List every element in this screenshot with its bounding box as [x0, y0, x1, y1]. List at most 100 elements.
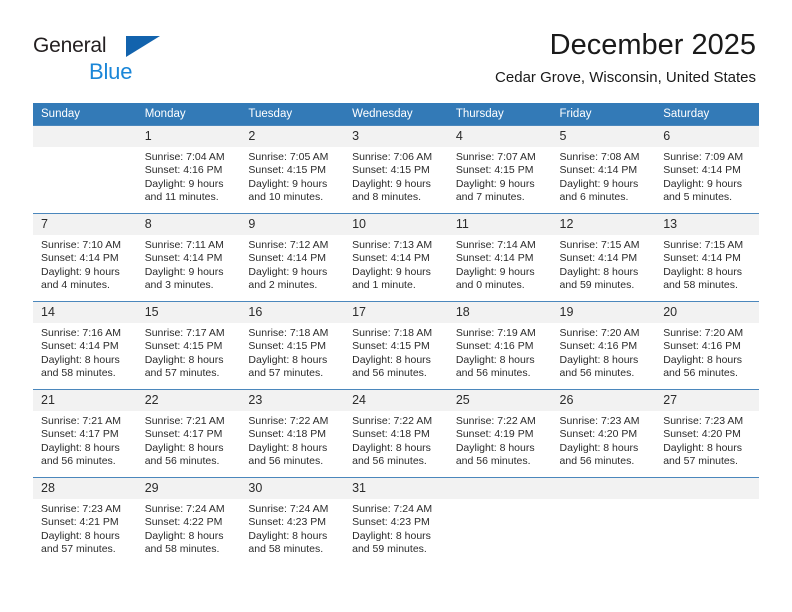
calendar-cell: 6 Sunrise: 7:09 AM Sunset: 4:14 PM Daylight… [655, 125, 759, 214]
sunrise-text: Sunrise: 7:06 AM [352, 151, 433, 163]
day-cell[interactable]: 14 Sunrise: 7:16 AM Sunset: 4:14 PM Dayligh… [33, 302, 137, 389]
day-cell[interactable]: 8 Sunrise: 7:11 AM Sunset: 4:14 PM Daylight… [136, 214, 241, 301]
daylight-text: Daylight: 8 hours [144, 441, 224, 454]
day-cell[interactable]: 21 Sunrise: 7:21 AM Sunset: 4:17 PM Dayligh… [33, 390, 137, 477]
daylight-text: Daylight: 9 hours [352, 177, 431, 190]
daylight-text: and 1 minute. [352, 279, 416, 292]
day-cell[interactable]: 10 Sunrise: 7:13 AM Sunset: 4:14 PM Dayligh… [344, 214, 448, 301]
day-info: Sunrise: 7:08 AM Sunset: 4:14 PM Daylight:… [552, 147, 656, 205]
sunset-text: Sunset: 4:14 PM [559, 164, 638, 177]
calendar-cell: 9 Sunrise: 7:12 AM Sunset: 4:14 PM Daylight… [240, 213, 345, 302]
day-cell[interactable]: 20 Sunrise: 7:20 AM Sunset: 4:16 PM Dayligh… [655, 302, 759, 389]
calendar-grid: Sunday Monday Tuesday Wednesday Thursday Frid… [33, 103, 759, 566]
day-number: 9 [240, 214, 345, 235]
daylight-text: Daylight: 9 hours [144, 265, 224, 278]
daylight-text: Daylight: 9 hours [248, 177, 328, 190]
daylight-text: and 59 minutes. [559, 279, 635, 292]
sunrise-text: Sunrise: 7:07 AM [455, 151, 536, 163]
sunrise-text: Sunrise: 7:22 AM [248, 415, 329, 427]
day-cell[interactable]: 13 Sunrise: 7:15 AM Sunset: 4:14 PM Dayligh… [655, 214, 759, 301]
daylight-text: and 0 minutes. [455, 279, 525, 292]
sunrise-text: Sunrise: 7:11 AM [144, 239, 224, 251]
day-cell[interactable]: 1 Sunrise: 7:04 AM Sunset: 4:16 PM Daylight… [136, 126, 241, 213]
calendar-cell: 30 Sunrise: 7:24 AM Sunset: 4:23 PM Dayligh… [240, 477, 345, 566]
brand-logo[interactable]: General Blue [33, 33, 263, 85]
sunset-text: Sunset: 4:18 PM [352, 428, 430, 441]
day-cell[interactable]: 22 Sunrise: 7:21 AM Sunset: 4:17 PM Dayligh… [136, 390, 241, 477]
daylight-text: and 11 minutes. [144, 191, 219, 204]
day-cell[interactable]: 7 Sunrise: 7:10 AM Sunset: 4:14 PM Daylight… [33, 214, 137, 301]
day-cell[interactable]: 30 Sunrise: 7:24 AM Sunset: 4:23 PM Dayligh… [240, 478, 345, 566]
day-info: Sunrise: 7:21 AM Sunset: 4:17 PM Daylight:… [33, 411, 137, 469]
day-info: Sunrise: 7:04 AM Sunset: 4:16 PM Daylight:… [137, 147, 241, 205]
day-cell[interactable]: 24 Sunrise: 7:22 AM Sunset: 4:18 PM Dayligh… [344, 390, 448, 477]
weekday-header-monday: Monday [136, 103, 241, 126]
sunrise-text: Sunrise: 7:23 AM [559, 415, 640, 427]
day-info: Sunrise: 7:11 AM Sunset: 4:14 PM Daylight:… [137, 235, 241, 293]
sunset-text: Sunset: 4:18 PM [248, 428, 327, 441]
daylight-text: Daylight: 8 hours [559, 265, 639, 278]
day-cell[interactable]: 28 Sunrise: 7:23 AM Sunset: 4:21 PM Dayligh… [33, 478, 137, 566]
sunset-text: Sunset: 4:16 PM [663, 340, 741, 353]
day-info: Sunrise: 7:16 AM Sunset: 4:14 PM Daylight:… [33, 323, 137, 381]
calendar-cell: 4 Sunrise: 7:07 AM Sunset: 4:15 PM Daylight… [447, 125, 552, 214]
sunrise-text: Sunrise: 7:24 AM [248, 503, 329, 515]
day-cell[interactable]: 18 Sunrise: 7:19 AM Sunset: 4:16 PM Dayligh… [447, 302, 552, 389]
calendar-cell: 16 Sunrise: 7:18 AM Sunset: 4:15 PM Dayligh… [240, 301, 345, 390]
day-cell[interactable]: 29 Sunrise: 7:24 AM Sunset: 4:22 PM Dayligh… [136, 478, 241, 566]
day-cell[interactable]: 4 Sunrise: 7:07 AM Sunset: 4:15 PM Daylight… [447, 126, 552, 213]
day-number: 10 [344, 214, 448, 235]
daylight-text: and 56 minutes. [663, 367, 738, 380]
day-info: Sunrise: 7:14 AM Sunset: 4:14 PM Daylight:… [448, 235, 552, 293]
calendar-cell: 24 Sunrise: 7:22 AM Sunset: 4:18 PM Dayligh… [344, 389, 448, 478]
weekday-header-saturday: Saturday [655, 103, 759, 126]
daylight-text: and 6 minutes. [559, 191, 629, 204]
calendar-cell [447, 477, 552, 566]
location-subtitle: Cedar Grove, Wisconsin, United States [495, 69, 756, 86]
day-cell[interactable]: 27 Sunrise: 7:23 AM Sunset: 4:20 PM Dayligh… [655, 390, 759, 477]
daylight-text: and 57 minutes. [41, 543, 116, 556]
day-info: Sunrise: 7:18 AM Sunset: 4:15 PM Daylight:… [240, 323, 344, 381]
day-cell[interactable]: 15 Sunrise: 7:17 AM Sunset: 4:15 PM Dayligh… [136, 302, 241, 389]
day-number: 24 [344, 390, 448, 411]
daylight-text: Daylight: 8 hours [248, 441, 328, 454]
calendar-week-row: 21 Sunrise: 7:21 AM Sunset: 4:17 PM Dayligh… [33, 389, 759, 478]
day-cell[interactable]: 12 Sunrise: 7:15 AM Sunset: 4:14 PM Dayligh… [551, 214, 656, 301]
daylight-text: Daylight: 8 hours [663, 441, 743, 454]
sunset-text: Sunset: 4:14 PM [455, 252, 534, 265]
day-cell[interactable]: 5 Sunrise: 7:08 AM Sunset: 4:14 PM Daylight… [551, 126, 656, 213]
daylight-text: and 5 minutes. [663, 191, 733, 204]
day-cell[interactable]: 23 Sunrise: 7:22 AM Sunset: 4:18 PM Dayligh… [240, 390, 345, 477]
day-info: Sunrise: 7:24 AM Sunset: 4:22 PM Daylight:… [137, 499, 241, 557]
sunrise-text: Sunrise: 7:18 AM [352, 327, 433, 339]
day-cell[interactable]: 6 Sunrise: 7:09 AM Sunset: 4:14 PM Daylight… [655, 126, 759, 213]
daylight-text: Daylight: 8 hours [455, 441, 535, 454]
daylight-text: Daylight: 9 hours [144, 177, 224, 190]
day-cell[interactable]: 9 Sunrise: 7:12 AM Sunset: 4:14 PM Daylight… [240, 214, 345, 301]
calendar-page: General Blue December 2025 Cedar Grove, … [0, 0, 792, 612]
day-cell[interactable]: 2 Sunrise: 7:05 AM Sunset: 4:15 PM Daylight… [240, 126, 345, 213]
day-number [551, 478, 656, 499]
daylight-text: and 56 minutes. [144, 455, 220, 468]
day-cell[interactable]: 17 Sunrise: 7:18 AM Sunset: 4:15 PM Dayligh… [344, 302, 448, 389]
day-cell[interactable]: 3 Sunrise: 7:06 AM Sunset: 4:15 PM Daylight… [344, 126, 448, 213]
sunrise-text: Sunrise: 7:04 AM [144, 151, 225, 163]
calendar-cell: 18 Sunrise: 7:19 AM Sunset: 4:16 PM Dayligh… [447, 301, 552, 390]
day-cell[interactable]: 11 Sunrise: 7:14 AM Sunset: 4:14 PM Dayligh… [447, 214, 552, 301]
day-number: 2 [240, 126, 345, 147]
sunset-text: Sunset: 4:15 PM [248, 340, 327, 353]
brand-logo-top-row: General [33, 33, 263, 59]
day-number [655, 478, 759, 499]
day-cell[interactable]: 19 Sunrise: 7:20 AM Sunset: 4:16 PM Dayligh… [551, 302, 656, 389]
day-cell[interactable]: 26 Sunrise: 7:23 AM Sunset: 4:20 PM Dayligh… [551, 390, 656, 477]
calendar-cell: 8 Sunrise: 7:11 AM Sunset: 4:14 PM Daylight… [136, 213, 241, 302]
day-number: 20 [655, 302, 759, 323]
day-info: Sunrise: 7:07 AM Sunset: 4:15 PM Daylight:… [448, 147, 552, 205]
sunset-text: Sunset: 4:20 PM [559, 428, 638, 441]
calendar-cell: 10 Sunrise: 7:13 AM Sunset: 4:14 PM Dayligh… [344, 213, 448, 302]
day-info: Sunrise: 7:22 AM Sunset: 4:18 PM Daylight:… [344, 411, 448, 469]
day-cell[interactable]: 16 Sunrise: 7:18 AM Sunset: 4:15 PM Dayligh… [240, 302, 345, 389]
day-cell[interactable]: 25 Sunrise: 7:22 AM Sunset: 4:19 PM Dayligh… [447, 390, 552, 477]
day-cell[interactable]: 31 Sunrise: 7:24 AM Sunset: 4:23 PM Dayligh… [344, 478, 448, 566]
calendar-cell: 1 Sunrise: 7:04 AM Sunset: 4:16 PM Daylight… [136, 125, 241, 214]
